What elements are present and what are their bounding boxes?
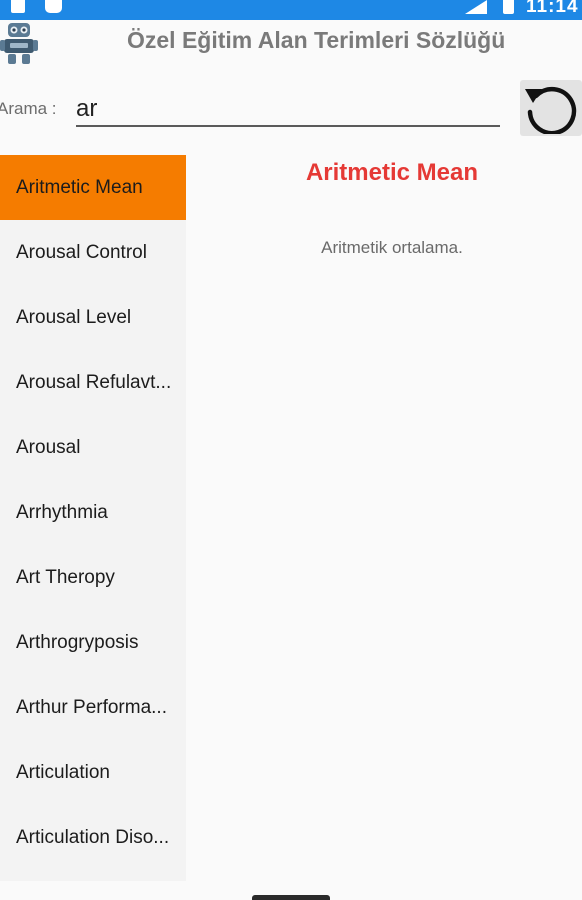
term-list-item[interactable]: Arousal: [0, 415, 186, 480]
term-list-item[interactable]: Arousal Control: [0, 220, 186, 285]
term-list-item[interactable]: Arousal Level: [0, 285, 186, 350]
search-input[interactable]: [76, 93, 500, 127]
search-label: Arama :: [0, 99, 57, 118]
notification-icon: [11, 0, 25, 13]
app-header: Özel Eğitim Alan Terimleri Sözlüğü: [0, 20, 582, 66]
term-definition: Aritmetik ortalama.: [321, 238, 463, 257]
term-list-item[interactable]: Aritmetic Mean: [0, 155, 186, 220]
term-list-item[interactable]: Arousal Refulavt...: [0, 350, 186, 415]
battery-icon: [503, 0, 514, 14]
notification-icon: [45, 0, 62, 13]
term-title: Aritmetic Mean: [305, 159, 479, 186]
term-list-item[interactable]: Arthur Performa...: [0, 675, 186, 740]
status-time: 11:14: [526, 0, 579, 17]
signal-icon: [465, 0, 487, 14]
term-list: Aritmetic Mean Arousal Control Arousal Lev…: [0, 155, 186, 881]
app-title: Özel Eğitim Alan Terimleri Sözlüğü: [127, 27, 506, 53]
status-bar: 11:14: [0, 0, 582, 20]
navigation-handle[interactable]: [252, 895, 330, 900]
term-list-item[interactable]: Arthrogryposis: [0, 610, 186, 675]
term-list-item[interactable]: Articulation: [0, 740, 186, 805]
app-screen: 11:14 Özel Eğitim Alan Terimleri Sözlüğü…: [0, 0, 582, 900]
term-list-item[interactable]: Arrhythmia: [0, 480, 186, 545]
term-list-item[interactable]: Art Theropy: [0, 545, 186, 610]
robot-logo-icon: [0, 22, 38, 66]
refresh-icon: [525, 86, 577, 134]
reset-button[interactable]: [520, 80, 582, 136]
term-list-item[interactable]: Articulation Diso...: [0, 805, 186, 870]
